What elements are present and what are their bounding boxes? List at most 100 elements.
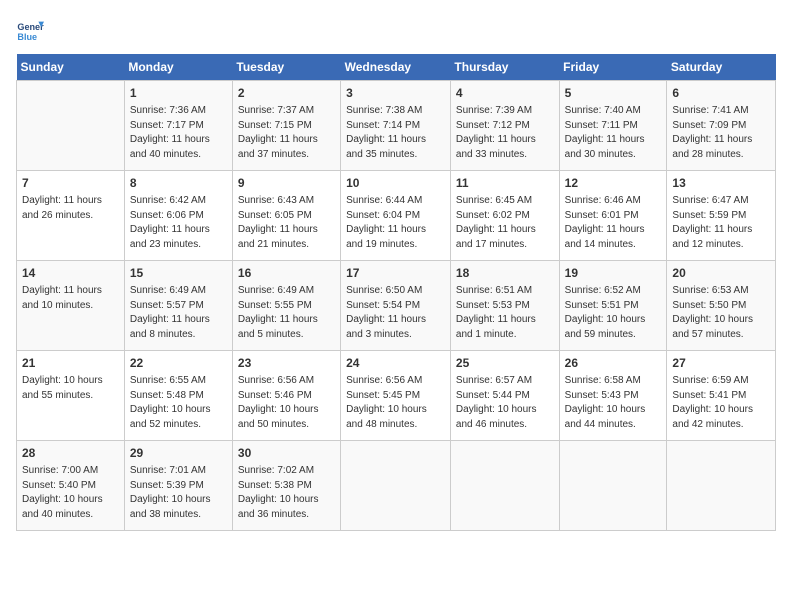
cal-cell: 8 Sunrise: 6:42 AM Sunset: 6:06 PM Daylig… (124, 171, 232, 261)
week-row-5: 28 Sunrise: 7:00 AM Sunset: 5:40 PM Dayli… (17, 441, 776, 531)
day-detail: Sunrise: 6:55 AM Sunset: 5:48 PM Dayligh… (130, 374, 227, 432)
day-detail: Sunrise: 7:39 AM Sunset: 7:12 PM Dayligh… (456, 104, 554, 162)
logo-icon: General Blue (16, 16, 44, 44)
cal-cell: 11 Sunrise: 6:45 AM Sunset: 6:02 PM Dayli… (450, 171, 559, 261)
day-number: 15 (130, 265, 227, 282)
cal-cell: 17 Sunrise: 6:50 AM Sunset: 5:54 PM Dayli… (341, 261, 451, 351)
day-detail: Daylight: 10 hours and 55 minutes. (22, 374, 119, 403)
logo: General Blue (16, 16, 48, 44)
cal-cell (341, 441, 451, 531)
day-number: 24 (346, 355, 445, 372)
day-number: 5 (565, 85, 662, 102)
cal-cell: 2 Sunrise: 7:37 AM Sunset: 7:15 PM Daylig… (232, 81, 340, 171)
svg-text:Blue: Blue (17, 32, 37, 42)
day-detail: Sunrise: 6:52 AM Sunset: 5:51 PM Dayligh… (565, 284, 662, 342)
day-number: 19 (565, 265, 662, 282)
cal-cell: 5 Sunrise: 7:40 AM Sunset: 7:11 PM Daylig… (559, 81, 667, 171)
day-number: 6 (672, 85, 770, 102)
day-number: 27 (672, 355, 770, 372)
day-detail: Sunrise: 6:53 AM Sunset: 5:50 PM Dayligh… (672, 284, 770, 342)
cal-cell: 6 Sunrise: 7:41 AM Sunset: 7:09 PM Daylig… (667, 81, 776, 171)
day-detail: Sunrise: 6:56 AM Sunset: 5:45 PM Dayligh… (346, 374, 445, 432)
cal-cell: 10Sunrise: 6:44 AM Sunset: 6:04 PM Dayli… (341, 171, 451, 261)
cal-cell: 9 Sunrise: 6:43 AM Sunset: 6:05 PM Daylig… (232, 171, 340, 261)
cal-cell: 29 Sunrise: 7:01 AM Sunset: 5:39 PM Dayli… (124, 441, 232, 531)
day-number: 16 (238, 265, 335, 282)
week-row-2: 7 Daylight: 11 hours and 26 minutes. 8 Sunr… (17, 171, 776, 261)
col-header-friday: Friday (559, 54, 667, 81)
cal-cell: 14Daylight: 11 hours and 10 minutes. (17, 261, 125, 351)
day-number: 23 (238, 355, 335, 372)
day-number: 13 (672, 175, 770, 192)
day-detail: Daylight: 11 hours and 26 minutes. (22, 194, 119, 223)
cal-cell: 30Sunrise: 7:02 AM Sunset: 5:38 PM Dayli… (232, 441, 340, 531)
col-header-sunday: Sunday (17, 54, 125, 81)
day-number: 1 (130, 85, 227, 102)
day-number: 2 (238, 85, 335, 102)
day-detail: Sunrise: 7:38 AM Sunset: 7:14 PM Dayligh… (346, 104, 445, 162)
day-detail: Sunrise: 7:01 AM Sunset: 5:39 PM Dayligh… (130, 464, 227, 522)
day-detail: Sunrise: 6:58 AM Sunset: 5:43 PM Dayligh… (565, 374, 662, 432)
day-number: 11 (456, 175, 554, 192)
day-number: 7 (22, 175, 119, 192)
col-header-tuesday: Tuesday (232, 54, 340, 81)
day-detail: Daylight: 11 hours and 10 minutes. (22, 284, 119, 313)
day-detail: Sunrise: 7:41 AM Sunset: 7:09 PM Dayligh… (672, 104, 770, 162)
day-detail: Sunrise: 7:37 AM Sunset: 7:15 PM Dayligh… (238, 104, 335, 162)
cal-cell: 21 Daylight: 10 hours and 55 minutes. (17, 351, 125, 441)
day-number: 8 (130, 175, 227, 192)
header: General Blue (16, 16, 776, 44)
day-detail: Sunrise: 6:56 AM Sunset: 5:46 PM Dayligh… (238, 374, 335, 432)
day-number: 12 (565, 175, 662, 192)
day-number: 26 (565, 355, 662, 372)
cal-cell: 22 Sunrise: 6:55 AM Sunset: 5:48 PM Dayli… (124, 351, 232, 441)
cal-cell: 25Sunrise: 6:57 AM Sunset: 5:44 PM Dayli… (450, 351, 559, 441)
day-detail: Sunrise: 6:42 AM Sunset: 6:06 PM Dayligh… (130, 194, 227, 252)
day-number: 4 (456, 85, 554, 102)
col-header-saturday: Saturday (667, 54, 776, 81)
day-detail: Sunrise: 6:47 AM Sunset: 5:59 PM Dayligh… (672, 194, 770, 252)
day-number: 29 (130, 445, 227, 462)
cal-cell: 18 Sunrise: 6:51 AM Sunset: 5:53 PM Dayli… (450, 261, 559, 351)
cal-cell: 20 Sunrise: 6:53 AM Sunset: 5:50 PM Dayli… (667, 261, 776, 351)
week-row-3: 14Daylight: 11 hours and 10 minutes. 15 Su… (17, 261, 776, 351)
day-number: 30 (238, 445, 335, 462)
cal-cell: 12Sunrise: 6:46 AM Sunset: 6:01 PM Dayli… (559, 171, 667, 261)
cal-cell: 23 Sunrise: 6:56 AM Sunset: 5:46 PM Dayli… (232, 351, 340, 441)
col-header-monday: Monday (124, 54, 232, 81)
day-number: 20 (672, 265, 770, 282)
cal-cell: 16 Sunrise: 6:49 AM Sunset: 5:55 PM Dayli… (232, 261, 340, 351)
day-detail: Sunrise: 6:44 AM Sunset: 6:04 PM Dayligh… (346, 194, 445, 252)
day-detail: Sunrise: 6:51 AM Sunset: 5:53 PM Dayligh… (456, 284, 554, 342)
day-detail: Sunrise: 6:49 AM Sunset: 5:55 PM Dayligh… (238, 284, 335, 342)
col-header-thursday: Thursday (450, 54, 559, 81)
week-row-4: 21 Daylight: 10 hours and 55 minutes. 22 Su… (17, 351, 776, 441)
col-header-wednesday: Wednesday (341, 54, 451, 81)
cal-cell: 26 Sunrise: 6:58 AM Sunset: 5:43 PM Dayli… (559, 351, 667, 441)
day-number: 18 (456, 265, 554, 282)
day-detail: Sunrise: 6:45 AM Sunset: 6:02 PM Dayligh… (456, 194, 554, 252)
day-number: 21 (22, 355, 119, 372)
calendar-table: SundayMondayTuesdayWednesdayThursdayFrid… (16, 54, 776, 531)
cal-cell: 24 Sunrise: 6:56 AM Sunset: 5:45 PM Dayli… (341, 351, 451, 441)
day-number: 17 (346, 265, 445, 282)
day-number: 22 (130, 355, 227, 372)
cal-cell: 28 Sunrise: 7:00 AM Sunset: 5:40 PM Dayli… (17, 441, 125, 531)
day-detail: Sunrise: 7:36 AM Sunset: 7:17 PM Dayligh… (130, 104, 227, 162)
cal-cell: 7 Daylight: 11 hours and 26 minutes. (17, 171, 125, 261)
cal-cell: 13 Sunrise: 6:47 AM Sunset: 5:59 PM Dayli… (667, 171, 776, 261)
day-number: 9 (238, 175, 335, 192)
day-detail: Sunrise: 6:49 AM Sunset: 5:57 PM Dayligh… (130, 284, 227, 342)
day-detail: Sunrise: 7:40 AM Sunset: 7:11 PM Dayligh… (565, 104, 662, 162)
cal-cell: 15 Sunrise: 6:49 AM Sunset: 5:57 PM Dayli… (124, 261, 232, 351)
day-number: 25 (456, 355, 554, 372)
cal-cell (17, 81, 125, 171)
day-detail: Sunrise: 7:00 AM Sunset: 5:40 PM Dayligh… (22, 464, 119, 522)
cal-cell: 1 Sunrise: 7:36 AM Sunset: 7:17 PM Daylig… (124, 81, 232, 171)
day-detail: Sunrise: 6:59 AM Sunset: 5:41 PM Dayligh… (672, 374, 770, 432)
day-number: 28 (22, 445, 119, 462)
day-detail: Sunrise: 6:50 AM Sunset: 5:54 PM Dayligh… (346, 284, 445, 342)
day-number: 3 (346, 85, 445, 102)
day-detail: Sunrise: 6:43 AM Sunset: 6:05 PM Dayligh… (238, 194, 335, 252)
cal-cell (559, 441, 667, 531)
